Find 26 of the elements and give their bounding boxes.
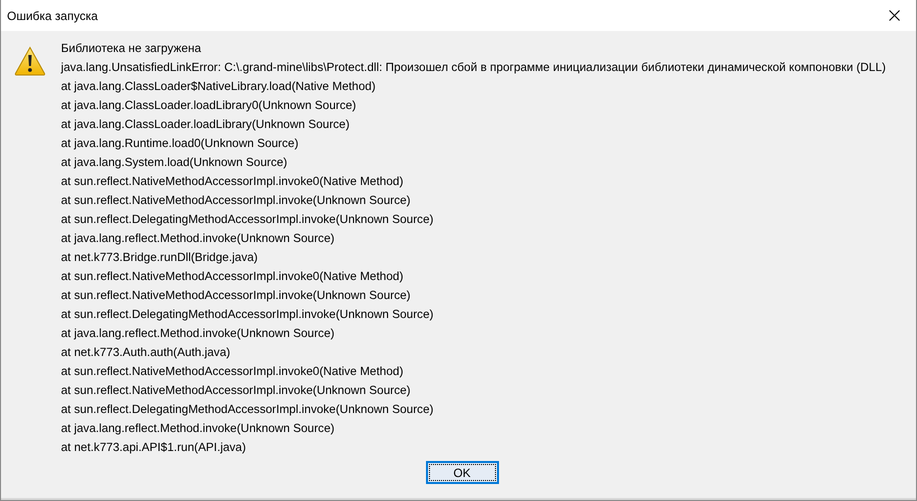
stack-trace-line: at java.lang.reflect.Method.invoke(Unknown Source) [61,230,336,247]
stack-trace-line: at sun.reflect.NativeMethodAccessorImpl.invoke0(Native Method) [61,363,404,380]
stack-trace-line: at sun.reflect.DelegatingMethodAccessorImpl.invoke(Unknown Source) [61,306,434,323]
stack-trace-line: at java.lang.ClassLoader.loadLibrary(Unknown Source) [61,116,351,133]
stack-trace-line: at sun.reflect.DelegatingMethodAccessorImpl.invoke(Unknown Source) [61,211,434,228]
stack-trace-line: at sun.reflect.NativeMethodAccessorImpl.invoke(Unknown Source) [61,192,412,209]
stack-trace-line: at java.lang.reflect.Method.invoke(Unknown Source) [61,325,336,342]
stack-trace-line: at java.lang.ClassLoader.loadLibrary0(Unknown Source) [61,97,358,114]
error-heading: Библиотека не загружена [61,40,202,57]
ok-button[interactable]: OK [426,461,498,484]
stack-trace-line: at sun.reflect.NativeMethodAccessorImpl.invoke0(Native Method) [61,268,404,285]
stack-trace-line: at sun.reflect.DelegatingMethodAccessorImpl.invoke(Unknown Source) [61,401,434,418]
stack-trace-line: at net.k773.api.API$1.run(API.java) [61,439,247,456]
stack-trace-line: at sun.reflect.NativeMethodAccessorImpl.invoke(Unknown Source) [61,287,412,304]
stack-trace-line: at java.lang.ClassLoader$NativeLibrary.load(Native Method) [61,78,377,95]
window-title: Ошибка запуска [6,8,98,22]
stack-trace-line: at net.k773.Auth.auth(Auth.java) [61,344,232,361]
stack-trace-line: at sun.reflect.NativeMethodAccessorImpl.invoke0(Native Method) [61,173,404,190]
stack-trace-line: at sun.reflect.NativeMethodAccessorImpl.invoke(Unknown Source) [61,382,412,399]
stack-trace-line: at net.k773.Bridge.runDll(Bridge.java) [61,249,259,266]
warning-icon [14,46,46,76]
close-icon [888,10,900,21]
stack-trace-line: at java.lang.Runtime.load0(Unknown Source) [61,135,300,152]
stack-trace-line: at java.lang.System.load(Unknown Source) [61,154,288,171]
stack-trace-line: java.lang.UnsatisfiedLinkError: C:\.grand-mine\libs\Protect.dll: Произошел сбой в программе инициализации библиотеки динамической компоновки (DLL) [61,59,886,76]
stack-trace-line: at java.lang.reflect.Method.invoke(Unknown Source) [61,420,336,437]
